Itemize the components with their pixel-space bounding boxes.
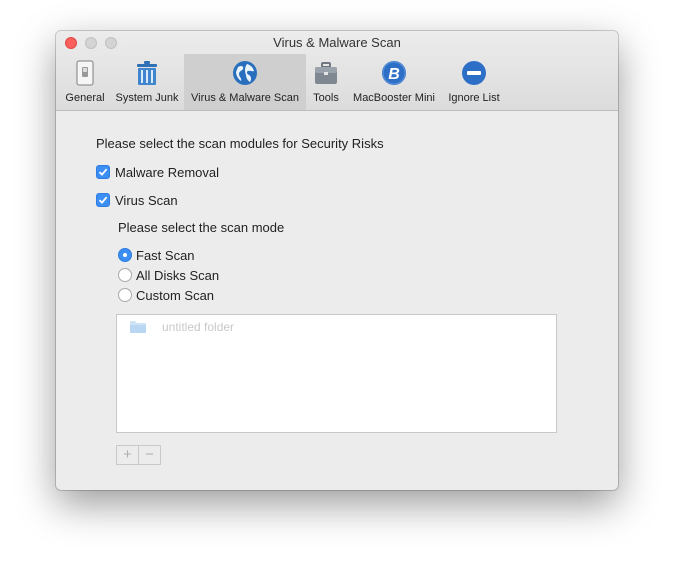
title-bar: Virus & Malware Scan General System Junk (56, 31, 618, 111)
svg-text:B: B (388, 66, 400, 83)
tab-general[interactable]: General (60, 54, 110, 110)
tab-macbooster-mini[interactable]: B MacBooster Mini (346, 54, 442, 110)
malware-removal-option[interactable]: Malware Removal (96, 164, 219, 180)
custom-scan-label: Custom Scan (136, 287, 215, 303)
general-switch-icon (76, 60, 94, 86)
virus-scan-label: Virus Scan (115, 192, 178, 208)
tab-virus-malware-scan[interactable]: Virus & Malware Scan (184, 54, 306, 110)
all-disks-scan-option[interactable]: All Disks Scan (118, 267, 219, 283)
fast-scan-radio[interactable] (118, 248, 132, 262)
fast-scan-label: Fast Scan (136, 247, 195, 263)
folder-icon (130, 321, 146, 333)
custom-scan-folder-list[interactable]: untitled folder (116, 314, 557, 433)
custom-scan-radio[interactable] (118, 288, 132, 302)
tab-general-label: General (65, 92, 105, 104)
malware-removal-label: Malware Removal (115, 164, 220, 180)
list-item[interactable]: untitled folder (129, 320, 234, 334)
all-disks-scan-radio[interactable] (118, 268, 132, 282)
virus-scan-option[interactable]: Virus Scan (96, 192, 178, 208)
add-folder-button[interactable]: + (117, 446, 138, 464)
minus-circle-icon (462, 61, 486, 85)
folder-name: untitled folder (162, 320, 235, 334)
trash-bin-icon (137, 61, 157, 85)
tab-system-junk-label: System Junk (115, 92, 179, 104)
tab-system-junk[interactable]: System Junk (110, 54, 184, 110)
virus-scan-checkbox[interactable] (96, 193, 110, 207)
fast-scan-option[interactable]: Fast Scan (118, 247, 195, 263)
window-title: Virus & Malware Scan (273, 35, 401, 50)
tab-virus-malware-scan-label: Virus & Malware Scan (190, 92, 299, 104)
tab-ignore-list-label: Ignore List (448, 92, 500, 104)
remove-folder-button[interactable]: − (138, 446, 160, 464)
macbooster-b-icon: B (382, 61, 406, 85)
toolbox-icon (315, 62, 337, 84)
virus-scan-settings-panel: Please select the scan modules for Secur… (56, 111, 618, 490)
globe-icon (233, 61, 257, 85)
scan-mode-heading: Please select the scan mode (118, 220, 285, 235)
tab-tools-label: Tools (313, 92, 339, 104)
preferences-window: Virus & Malware Scan General System Junk (56, 31, 618, 490)
checkmark-icon (98, 196, 108, 204)
custom-scan-option[interactable]: Custom Scan (118, 287, 214, 303)
tab-ignore-list[interactable]: Ignore List (442, 54, 506, 110)
malware-removal-checkbox[interactable] (96, 165, 110, 179)
folder-list-controls: + − (116, 445, 161, 465)
all-disks-scan-label: All Disks Scan (136, 267, 220, 283)
scan-modules-heading: Please select the scan modules for Secur… (96, 136, 384, 151)
checkmark-icon (98, 168, 108, 176)
tab-macbooster-mini-label: MacBooster Mini (353, 92, 435, 104)
tab-tools[interactable]: Tools (306, 54, 346, 110)
